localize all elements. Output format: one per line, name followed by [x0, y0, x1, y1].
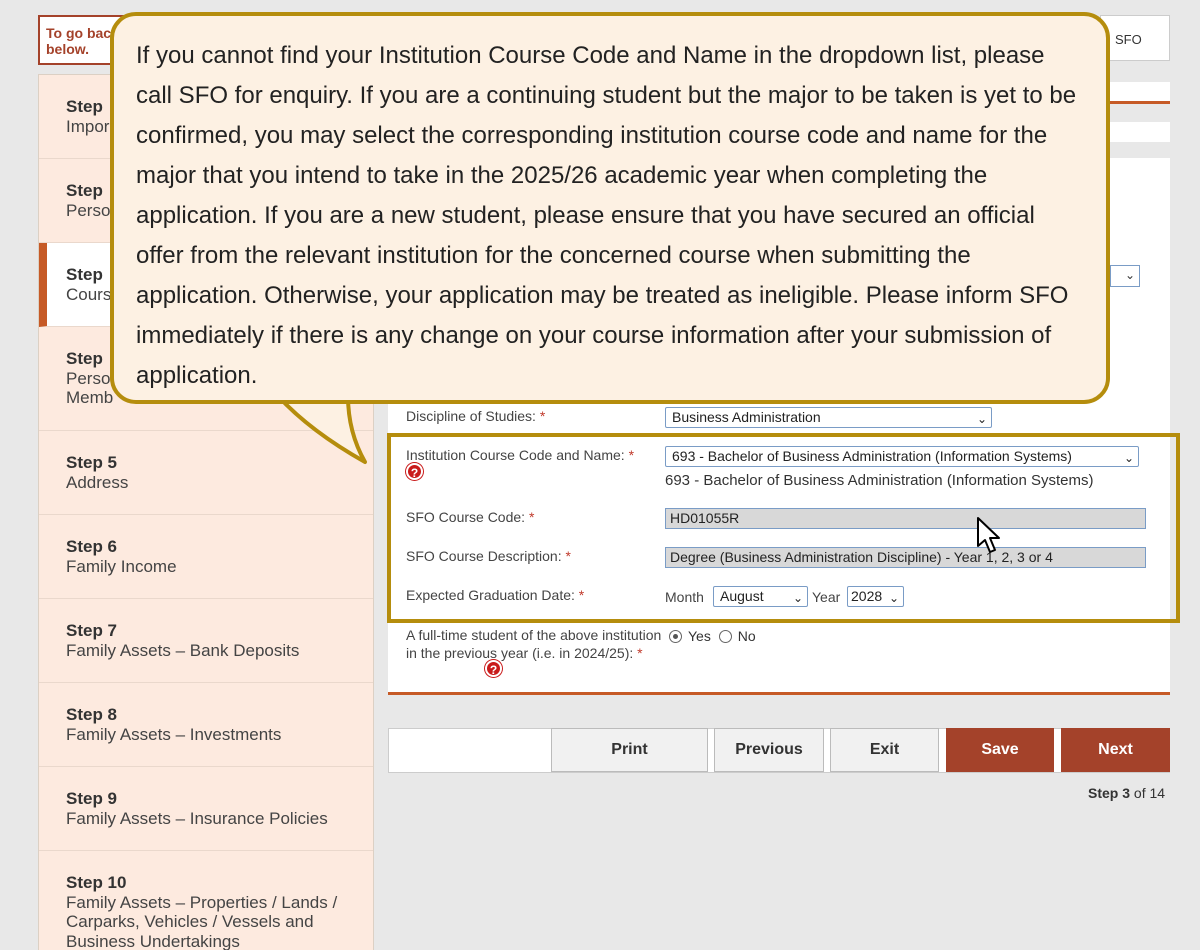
next-button[interactable]: Next: [1061, 728, 1170, 772]
fulltime-label-text: A full-time student of the above institu…: [406, 627, 662, 661]
yes-radio-label: Yes: [688, 628, 711, 644]
sfo-code-label: SFO Course Code: *: [406, 508, 534, 526]
step-total: of 14: [1133, 785, 1166, 801]
no-radio[interactable]: [718, 630, 732, 643]
step-progress: Step 3 of 14: [1088, 785, 1165, 801]
required-mark: *: [637, 645, 643, 661]
sidebar-step-9[interactable]: Step 9 Family Assets – Insurance Policie…: [39, 767, 373, 851]
year-select-value: 2028: [851, 588, 883, 604]
course-selected-text: 693 - Bachelor of Business Administratio…: [665, 472, 1094, 489]
year-select[interactable]: 2028 ⌄: [847, 586, 904, 607]
course-select-value: 693 - Bachelor of Business Administratio…: [672, 448, 1072, 464]
step-word: Step: [1088, 785, 1119, 801]
current-step: 3: [1122, 785, 1131, 801]
step-label: Family Income: [66, 556, 177, 576]
required-mark: *: [565, 548, 571, 564]
discipline-label: Discipline of Studies: *: [406, 407, 545, 425]
chevron-down-icon: ⌄: [1124, 268, 1135, 282]
back-note-line1: To go bac: [46, 25, 112, 41]
partial-select[interactable]: ⌄: [1110, 265, 1140, 287]
step-number: Step 9: [66, 789, 118, 808]
help-callout: If you cannot find your Institution Cour…: [110, 12, 1110, 404]
step-number: Step 6: [66, 537, 118, 556]
help-glyph: ?: [489, 663, 498, 677]
step-number: Step 10: [66, 873, 127, 892]
back-note-line2: below.: [46, 41, 90, 57]
callout-text: If you cannot find your Institution Cour…: [136, 42, 1077, 389]
month-select[interactable]: August ⌄: [713, 586, 808, 607]
mouse-cursor-icon: [977, 517, 1000, 553]
course-label-text: Institution Course Code and Name:: [406, 447, 625, 463]
step-number: Step 8: [66, 705, 118, 724]
course-select[interactable]: 693 - Bachelor of Business Administratio…: [665, 446, 1139, 467]
sfo-course-code-field: HD01055R: [665, 508, 1146, 529]
step-label: Family Assets – Insurance Policies: [66, 808, 328, 828]
sidebar-step-7[interactable]: Step 7 Family Assets – Bank Deposits: [39, 599, 373, 683]
step-number: Step 7: [66, 621, 118, 640]
sfo-desc-label-text: SFO Course Description:: [406, 548, 562, 564]
help-icon[interactable]: ?: [406, 463, 423, 480]
discipline-label-text: Discipline of Studies:: [406, 408, 536, 424]
sfo-desc-label: SFO Course Description: *: [406, 547, 571, 565]
no-radio-label: No: [737, 628, 756, 644]
month-select-value: August: [720, 588, 764, 604]
required-mark: *: [539, 408, 546, 424]
sfo-course-description-field: Degree (Business Administration Discipli…: [665, 547, 1146, 568]
graduation-label-text: Expected Graduation Date:: [406, 587, 575, 603]
save-button[interactable]: Save: [946, 728, 1054, 772]
exit-button[interactable]: Exit: [830, 728, 939, 772]
discipline-select[interactable]: Business Administration ⌄: [665, 407, 992, 428]
help-icon[interactable]: ?: [485, 660, 502, 677]
chevron-down-icon: ⌄: [888, 591, 899, 605]
chevron-down-icon: ⌄: [792, 591, 803, 605]
required-mark: *: [628, 447, 635, 463]
callout-tail: [276, 396, 367, 464]
yes-radio[interactable]: [669, 630, 682, 643]
sidebar-step-8[interactable]: Step 8 Family Assets – Investments: [39, 683, 373, 767]
required-mark: *: [528, 509, 535, 525]
previous-button[interactable]: Previous: [714, 728, 824, 772]
chevron-down-icon: ⌄: [976, 412, 987, 426]
step-label: Family Assets – Investments: [66, 724, 282, 744]
graduation-label: Expected Graduation Date: *: [406, 586, 584, 604]
step-label: Family Assets – Bank Deposits: [66, 640, 300, 660]
main-header-strip: [1110, 82, 1170, 104]
course-label: Institution Course Code and Name: *: [406, 446, 634, 464]
chevron-down-icon: ⌄: [1123, 451, 1134, 465]
main-subheader-strip: [1110, 122, 1170, 142]
fulltime-label: A full-time student of the above institu…: [406, 626, 666, 662]
fulltime-radio-group: Yes No: [669, 628, 756, 644]
month-label: Month: [665, 589, 704, 605]
help-glyph: ?: [410, 466, 419, 480]
sidebar-step-10[interactable]: Step 10 Family Assets – Properties / Lan…: [39, 851, 373, 950]
required-mark: *: [578, 587, 585, 603]
year-label: Year: [812, 589, 841, 605]
top-right-box: SFO: [1100, 15, 1170, 61]
sfo-code-label-text: SFO Course Code:: [406, 509, 526, 525]
step-label: Address: [66, 472, 129, 492]
discipline-select-value: Business Administration: [672, 409, 821, 425]
print-button[interactable]: Print: [551, 728, 708, 772]
step-label: Family Assets – Properties / Lands / Car…: [66, 892, 338, 950]
sidebar-step-6[interactable]: Step 6 Family Income: [39, 515, 373, 599]
top-right-label: SFO: [1115, 32, 1142, 47]
